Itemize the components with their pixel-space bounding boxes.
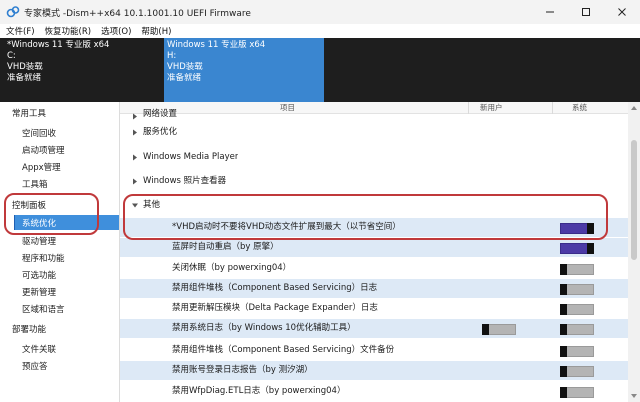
row-label: 禁用账号登录日志报告（by 测汐湖）	[172, 365, 313, 375]
setting-row-dpx-log[interactable]: 禁用更新解压模块（Delta Package Expander）日志	[120, 299, 628, 318]
close-button[interactable]	[604, 0, 640, 24]
system-toggle[interactable]	[560, 387, 594, 398]
expand-arrow-icon	[133, 178, 137, 185]
row-label: 禁用WfpDiag.ETL日志（by powerxing04）	[172, 386, 346, 396]
sidebar-group-control-panel: 控制面板	[12, 200, 47, 211]
system-toggle[interactable]	[560, 366, 594, 377]
expand-arrow-icon	[133, 154, 137, 161]
row-label: 服务优化	[143, 127, 178, 137]
image-type: VHD装载	[7, 62, 43, 72]
toggle-knob	[482, 324, 489, 335]
category-row-other[interactable]: 其他	[120, 196, 628, 215]
dism-app-icon	[6, 6, 20, 18]
setting-row-hibernate[interactable]: 关闭休眠（by powerxing04）	[120, 259, 628, 278]
toggle-knob	[587, 243, 594, 254]
maximize-button[interactable]	[568, 0, 604, 24]
setting-row-bsod-restart[interactable]: 蓝屏时自动重启（by 原擎）	[120, 238, 628, 257]
setting-row-cbs-log[interactable]: 禁用组件堆栈（Component Based Servicing）日志	[120, 279, 628, 298]
toggle-knob	[560, 387, 567, 398]
toggle-knob	[560, 264, 567, 275]
image-status: 准备就绪	[167, 73, 202, 83]
image-type: VHD装载	[167, 62, 203, 72]
maximize-icon	[582, 8, 590, 16]
image-card-h[interactable]: Windows 11 专业版 x64 H: VHD装载 准备就绪	[164, 38, 324, 102]
category-row-photo-viewer[interactable]: Windows 照片查看器	[120, 172, 628, 191]
title-bar: 专家模式 -Dism++x64 10.1.1001.10 UEFI Firmwa…	[0, 0, 640, 24]
minimize-button[interactable]	[532, 0, 568, 24]
row-label: 禁用组件堆栈（Component Based Servicing）文件备份	[172, 345, 395, 355]
sidebar-item-space-recovery[interactable]: 空间回收	[0, 125, 120, 140]
vertical-scrollbar[interactable]	[628, 102, 640, 402]
system-toggle[interactable]	[560, 243, 594, 254]
menu-help[interactable]: 帮助(H)	[141, 25, 171, 37]
close-icon	[618, 8, 626, 16]
system-toggle[interactable]	[560, 284, 594, 295]
sidebar-item-drivers[interactable]: 驱动管理	[0, 233, 120, 248]
row-label: 其他	[143, 200, 161, 210]
image-status: 准备就绪	[7, 73, 42, 83]
expand-arrow-icon	[133, 129, 137, 136]
scroll-down-icon[interactable]	[630, 392, 638, 400]
menu-bar: 文件(F) 恢复功能(R) 选项(O) 帮助(H)	[0, 24, 640, 38]
sidebar-item-unattend[interactable]: 预应答	[0, 358, 120, 373]
image-drive: C:	[7, 51, 16, 61]
menu-restore[interactable]: 恢复功能(R)	[45, 25, 92, 37]
sidebar-item-region[interactable]: 区域和语言	[0, 301, 120, 316]
row-label: 蓝屏时自动重启（by 原擎）	[172, 242, 279, 252]
sidebar-group-common-tools: 常用工具	[12, 108, 47, 119]
sidebar-item-optional-features[interactable]: 可选功能	[0, 267, 120, 282]
row-label: Windows 照片查看器	[143, 176, 227, 186]
setting-row-cbs-backup[interactable]: 禁用组件堆栈（Component Based Servicing）文件备份	[120, 341, 628, 360]
sidebar-group-deploy: 部署功能	[12, 324, 47, 335]
category-row-media-player[interactable]: Windows Media Player	[120, 148, 628, 167]
image-name: *Windows 11 专业版 x64	[7, 40, 110, 50]
toggle-knob	[560, 284, 567, 295]
sidebar-item-updates[interactable]: 更新管理	[0, 284, 120, 299]
collapse-arrow-icon	[132, 203, 138, 208]
setting-row-wfpdiag-log[interactable]: 禁用WfpDiag.ETL日志（by powerxing04）	[120, 382, 628, 401]
system-toggle[interactable]	[560, 223, 594, 234]
window-title: 专家模式 -Dism++x64 10.1.1001.10 UEFI Firmwa…	[24, 8, 251, 19]
sidebar-item-startup[interactable]: 启动项管理	[0, 142, 120, 157]
toggle-knob	[560, 366, 567, 377]
scroll-thumb[interactable]	[631, 140, 637, 260]
sidebar-item-system-optimize[interactable]: 系统优化	[15, 215, 119, 230]
scroll-up-icon[interactable]	[630, 104, 638, 112]
setting-row-vhd-expand[interactable]: *VHD启动时不要将VHD动态文件扩展到最大（以节省空间）	[120, 218, 628, 237]
system-toggle[interactable]	[560, 346, 594, 357]
row-label: 关闭休眠（by powerxing04）	[172, 263, 292, 273]
sidebar-item-programs[interactable]: 程序和功能	[0, 250, 120, 265]
system-toggle[interactable]	[560, 304, 594, 315]
row-label: 网络设置	[143, 109, 178, 119]
sidebar: 常用工具 空间回收 启动项管理 Appx管理 工具箱 控制面板 系统优化 驱动管…	[0, 102, 120, 402]
window-controls	[532, 0, 640, 24]
toggle-knob	[560, 304, 567, 315]
optimization-list: 项目 新用户 系统 网络设置 服务优化 Windows Media Player…	[120, 102, 640, 402]
image-drive: H:	[167, 51, 177, 61]
sidebar-item-toolbox[interactable]: 工具箱	[0, 176, 120, 191]
row-label: Windows Media Player	[143, 152, 239, 162]
menu-file[interactable]: 文件(F)	[6, 25, 35, 37]
row-label: 禁用组件堆栈（Component Based Servicing）日志	[172, 283, 378, 293]
sidebar-item-file-association[interactable]: 文件关联	[0, 341, 120, 356]
sidebar-item-appx[interactable]: Appx管理	[0, 159, 120, 174]
menu-options[interactable]: 选项(O)	[101, 25, 131, 37]
toggle-knob	[560, 324, 567, 335]
new-user-toggle[interactable]	[482, 324, 516, 335]
system-toggle[interactable]	[560, 264, 594, 275]
setting-row-login-log[interactable]: 禁用账号登录日志报告（by 测汐湖）	[120, 361, 628, 380]
image-list-bar: *Windows 11 专业版 x64 C: VHD装载 准备就绪 Window…	[0, 38, 640, 102]
toggle-knob	[560, 346, 567, 357]
toggle-knob	[587, 223, 594, 234]
row-label: 禁用系统日志（by Windows 10优化辅助工具）	[172, 323, 356, 333]
minimize-icon	[546, 11, 554, 13]
row-label: 禁用更新解压模块（Delta Package Expander）日志	[172, 303, 378, 313]
setting-row-system-log[interactable]: 禁用系统日志（by Windows 10优化辅助工具）	[120, 319, 628, 338]
image-name: Windows 11 专业版 x64	[167, 40, 266, 50]
row-label: *VHD启动时不要将VHD动态文件扩展到最大（以节省空间）	[172, 222, 401, 232]
image-card-c[interactable]: *Windows 11 专业版 x64 C: VHD装载 准备就绪	[4, 38, 160, 102]
system-toggle[interactable]	[560, 324, 594, 335]
category-row-service[interactable]: 服务优化	[120, 123, 628, 142]
